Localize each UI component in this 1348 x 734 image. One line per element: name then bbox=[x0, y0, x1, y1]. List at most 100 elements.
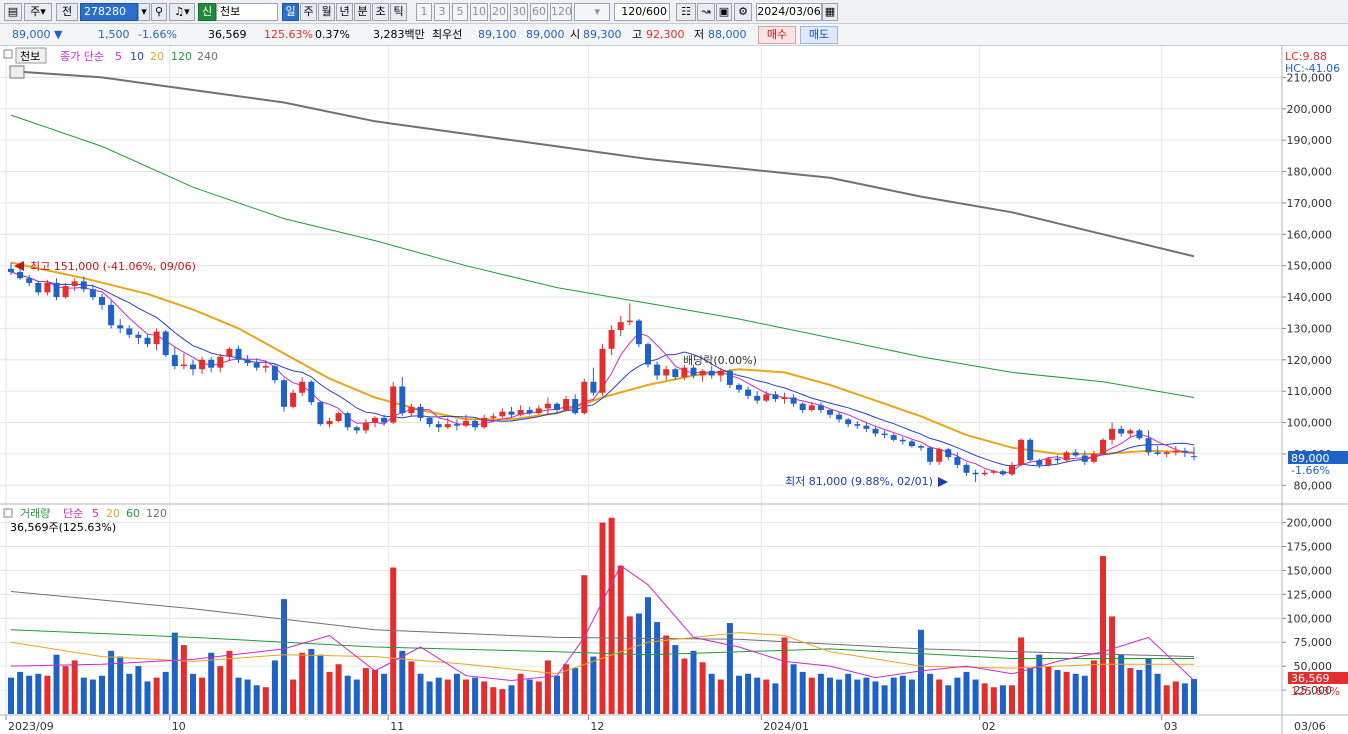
market-label: 주 bbox=[30, 5, 41, 18]
candle-body bbox=[271, 366, 278, 381]
drawing-tool-icon[interactable]: ↝ bbox=[697, 3, 715, 21]
interval-button-5[interactable]: 5 bbox=[452, 3, 468, 21]
interval-button-3[interactable]: 3 bbox=[434, 3, 450, 21]
calendar-icon[interactable]: ▦ bbox=[822, 3, 838, 21]
period-tab-6[interactable]: 틱 bbox=[390, 3, 407, 21]
volume-bar bbox=[353, 679, 360, 714]
volume-bar bbox=[17, 671, 24, 714]
candle-body bbox=[326, 420, 333, 425]
volume-bar bbox=[1109, 616, 1116, 714]
stock-chart[interactable]: 80,00090,000100,000110,000120,000130,000… bbox=[0, 46, 1348, 734]
period-tab-4[interactable]: 분 bbox=[354, 3, 371, 21]
price-tick-label: 130,000 bbox=[1287, 322, 1333, 335]
jeon-button[interactable]: 전 bbox=[56, 3, 78, 21]
date-tick-label: 11 bbox=[390, 720, 404, 733]
price-tick-label: 200,000 bbox=[1287, 103, 1333, 116]
candle-body bbox=[745, 389, 752, 396]
data-table-icon[interactable] bbox=[9, 65, 25, 79]
volume-bar bbox=[763, 679, 770, 714]
chart-settings-icon[interactable]: ▤ bbox=[4, 3, 22, 21]
date-input[interactable]: 2024/03/06 bbox=[756, 3, 822, 21]
candle-body bbox=[71, 281, 78, 287]
period-tab-2[interactable]: 월 bbox=[318, 3, 335, 21]
volume-bar bbox=[80, 677, 87, 714]
candle-body bbox=[663, 369, 670, 376]
interval-button-1[interactable]: 1 bbox=[416, 3, 432, 21]
volume-bar bbox=[126, 673, 133, 714]
volume-bar bbox=[699, 662, 706, 714]
volume-legend-prefix: 단순 bbox=[63, 507, 83, 520]
volume-bar bbox=[235, 677, 242, 714]
current-change-tag-text: -1.66% bbox=[1291, 464, 1330, 477]
candle-body bbox=[699, 370, 706, 376]
volume-bar bbox=[972, 679, 979, 714]
candle-body bbox=[135, 334, 142, 338]
sound-icon[interactable]: ♫▾ bbox=[169, 3, 195, 21]
volume-bar bbox=[927, 673, 934, 714]
volume-bar bbox=[908, 679, 915, 714]
volume-bar bbox=[417, 673, 424, 714]
volume-bar bbox=[499, 689, 506, 714]
volume-bar bbox=[572, 668, 579, 714]
candle-count-input[interactable]: 120/600 bbox=[614, 3, 670, 21]
candle-body bbox=[972, 472, 979, 475]
chart-type-icon[interactable]: ☷ bbox=[676, 3, 696, 21]
stock-code-input[interactable]: 278280 bbox=[80, 3, 138, 21]
high-price: 92,300 bbox=[646, 28, 685, 41]
volume-bar bbox=[1127, 668, 1134, 714]
code-dropdown-icon[interactable]: ▾ bbox=[138, 3, 150, 21]
volume-value-label: 36,569주(125.63%) bbox=[10, 521, 116, 534]
interval-button-60[interactable]: 60 bbox=[530, 3, 548, 21]
volume-bar bbox=[808, 677, 815, 714]
volume-bar bbox=[872, 681, 879, 714]
period-tab-5[interactable]: 초 bbox=[372, 3, 389, 21]
volume-bar bbox=[690, 650, 697, 714]
interval-button-20[interactable]: 20 bbox=[490, 3, 508, 21]
interval-button-120[interactable]: 120 bbox=[550, 3, 572, 21]
candle-body bbox=[62, 286, 69, 298]
interval-button-10[interactable]: 10 bbox=[470, 3, 488, 21]
candle-body bbox=[53, 282, 60, 298]
buy-button[interactable]: 매수 bbox=[758, 26, 796, 44]
candle-body bbox=[1191, 456, 1197, 458]
save-icon[interactable]: ▣ bbox=[716, 3, 732, 21]
volume-bar bbox=[453, 673, 460, 714]
candle-body bbox=[235, 348, 242, 360]
gear-icon[interactable]: ⚙ bbox=[734, 3, 752, 21]
volume-bar bbox=[162, 671, 169, 714]
volume-bar bbox=[1191, 678, 1197, 714]
candle-body bbox=[335, 413, 342, 421]
interval-custom-select[interactable]: ▾ bbox=[574, 3, 610, 21]
date-tick-label: 02 bbox=[982, 720, 996, 733]
price-change-pct: -1.66% bbox=[138, 28, 177, 41]
candle-body bbox=[1100, 439, 1106, 454]
period-tab-0[interactable]: 일 bbox=[282, 3, 299, 21]
volume-bar bbox=[526, 679, 533, 714]
candle-body bbox=[1045, 458, 1052, 465]
volume-bar bbox=[199, 677, 206, 714]
stock-name-field[interactable]: 천보 bbox=[216, 3, 278, 21]
price-tick-label: 170,000 bbox=[1287, 197, 1333, 210]
candle-body bbox=[890, 435, 897, 440]
candle-body bbox=[517, 410, 524, 415]
candle-body bbox=[754, 395, 761, 401]
sell-button[interactable]: 매도 bbox=[800, 26, 838, 44]
volume-bar bbox=[508, 685, 515, 714]
period-tab-1[interactable]: 주 bbox=[300, 3, 317, 21]
candle-body bbox=[608, 329, 615, 349]
candle-body bbox=[808, 405, 815, 411]
search-icon[interactable]: ⚲ bbox=[151, 3, 167, 21]
candle-body bbox=[1109, 428, 1116, 440]
price-tick-label: 180,000 bbox=[1287, 166, 1333, 179]
candle-body bbox=[572, 399, 579, 414]
market-select[interactable]: 주▾ bbox=[24, 3, 52, 21]
candle-body bbox=[44, 282, 51, 293]
volume-bar bbox=[854, 679, 861, 714]
candle-body bbox=[936, 449, 943, 462]
period-tab-3[interactable]: 년 bbox=[336, 3, 353, 21]
volume-bar bbox=[1018, 637, 1025, 714]
volume-bar bbox=[736, 675, 742, 714]
interval-button-30[interactable]: 30 bbox=[510, 3, 528, 21]
candle-body bbox=[535, 408, 542, 414]
candle-body bbox=[481, 417, 488, 428]
